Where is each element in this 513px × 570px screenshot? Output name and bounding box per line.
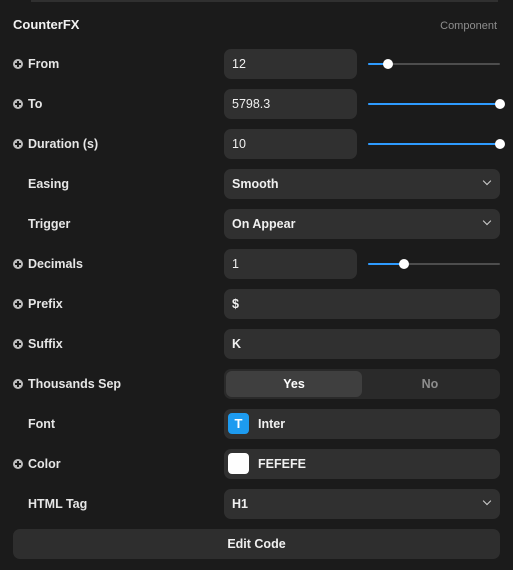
suffix-input[interactable]: K <box>224 329 500 359</box>
to-label: To <box>28 97 43 111</box>
prefix-label: Prefix <box>28 297 63 311</box>
thousands-sep-yes-option[interactable]: Yes <box>226 371 362 397</box>
component-title: CounterFX <box>13 17 80 32</box>
row-to: To 5798.3 <box>0 89 513 119</box>
trigger-select[interactable]: On Appear <box>224 209 500 239</box>
to-input[interactable]: 5798.3 <box>224 89 357 119</box>
from-value: 12 <box>232 57 246 71</box>
decimals-slider-knob[interactable] <box>398 259 409 269</box>
add-variable-icon[interactable] <box>13 99 23 109</box>
decimals-input[interactable]: 1 <box>224 249 357 279</box>
row-thousands-sep: Thousands Sep Yes No <box>0 369 513 399</box>
from-slider[interactable] <box>368 59 500 69</box>
duration-slider[interactable] <box>368 139 505 149</box>
chevron-down-icon <box>482 216 492 226</box>
from-label: From <box>28 57 60 71</box>
from-slider-knob[interactable] <box>382 59 393 69</box>
decimals-slider[interactable] <box>368 259 500 269</box>
chevron-down-icon <box>482 176 492 186</box>
trigger-value: On Appear <box>232 217 296 231</box>
suffix-value: K <box>232 337 242 351</box>
panel-header: CounterFX Component <box>13 16 497 36</box>
thousands-sep-toggle[interactable]: Yes No <box>224 369 500 399</box>
to-slider-fill <box>368 103 500 105</box>
add-variable-icon[interactable] <box>13 299 23 309</box>
prefix-input[interactable]: $ <box>224 289 500 319</box>
add-variable-icon[interactable] <box>13 379 23 389</box>
row-decimals: Decimals 1 <box>0 249 513 279</box>
row-prefix: Prefix $ <box>0 289 513 319</box>
add-variable-icon[interactable] <box>13 139 23 149</box>
font-type-icon: T <box>228 413 249 434</box>
thousands-sep-no-option[interactable]: No <box>362 371 498 397</box>
html-tag-value: H1 <box>232 497 248 511</box>
add-variable-icon[interactable] <box>13 339 23 349</box>
font-label: Font <box>28 417 56 431</box>
easing-value: Smooth <box>232 177 279 191</box>
row-font: Font T Inter <box>0 409 513 439</box>
add-variable-icon[interactable] <box>13 259 23 269</box>
row-suffix: Suffix K <box>0 329 513 359</box>
from-input[interactable]: 12 <box>224 49 357 79</box>
thousands-sep-label: Thousands Sep <box>28 377 122 391</box>
to-value: 5798.3 <box>232 97 271 111</box>
decimals-label: Decimals <box>28 257 83 271</box>
html-tag-label: HTML Tag <box>28 497 88 511</box>
top-divider <box>31 0 498 2</box>
duration-value: 10 <box>232 137 246 151</box>
row-duration: Duration (s) 10 <box>0 129 513 159</box>
row-color: Color FEFEFE <box>0 449 513 479</box>
row-html-tag: HTML Tag H1 <box>0 489 513 519</box>
color-value: FEFEFE <box>258 457 306 471</box>
trigger-label: Trigger <box>28 217 71 231</box>
easing-select[interactable]: Smooth <box>224 169 500 199</box>
decimals-value: 1 <box>232 257 239 271</box>
prefix-value: $ <box>232 297 239 311</box>
add-variable-icon[interactable] <box>13 59 23 69</box>
add-variable-icon[interactable] <box>13 459 23 469</box>
duration-label: Duration (s) <box>28 137 99 151</box>
font-picker[interactable]: T Inter <box>224 409 500 439</box>
color-label: Color <box>28 457 61 471</box>
duration-slider-knob[interactable] <box>495 139 505 149</box>
chevron-down-icon <box>482 496 492 506</box>
component-tag: Component <box>440 20 497 32</box>
color-swatch[interactable] <box>228 453 249 474</box>
duration-slider-fill <box>368 143 500 145</box>
edit-code-button[interactable]: Edit Code <box>13 529 500 559</box>
row-from: From 12 <box>0 49 513 79</box>
row-easing: Easing Smooth <box>0 169 513 199</box>
font-value: Inter <box>258 417 286 431</box>
color-picker[interactable]: FEFEFE <box>224 449 500 479</box>
duration-input[interactable]: 10 <box>224 129 357 159</box>
html-tag-select[interactable]: H1 <box>224 489 500 519</box>
row-trigger: Trigger On Appear <box>0 209 513 239</box>
to-slider-knob[interactable] <box>495 99 505 109</box>
to-slider[interactable] <box>368 99 505 109</box>
easing-label: Easing <box>28 177 69 191</box>
suffix-label: Suffix <box>28 337 63 351</box>
